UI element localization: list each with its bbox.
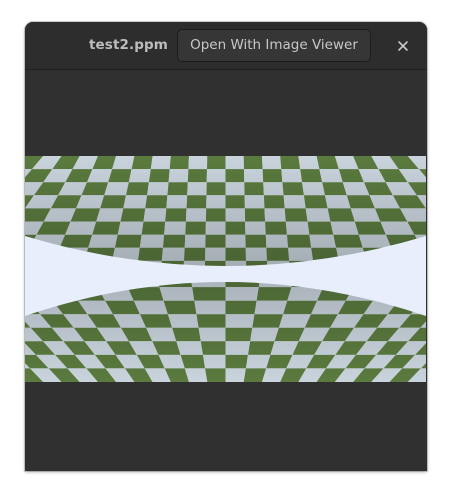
preview-image: [25, 156, 426, 382]
image-preview-window: test2.ppm Open With Image Viewer: [25, 22, 427, 471]
titlebar: test2.ppm Open With Image Viewer: [25, 22, 427, 70]
close-button[interactable]: [391, 34, 415, 58]
open-with-image-viewer-button[interactable]: Open With Image Viewer: [177, 29, 371, 62]
window-title: test2.ppm: [89, 37, 168, 53]
close-icon: [398, 41, 408, 51]
image-viewport: [25, 70, 427, 471]
rendered-image-checkerboard-spheres: [25, 156, 426, 382]
